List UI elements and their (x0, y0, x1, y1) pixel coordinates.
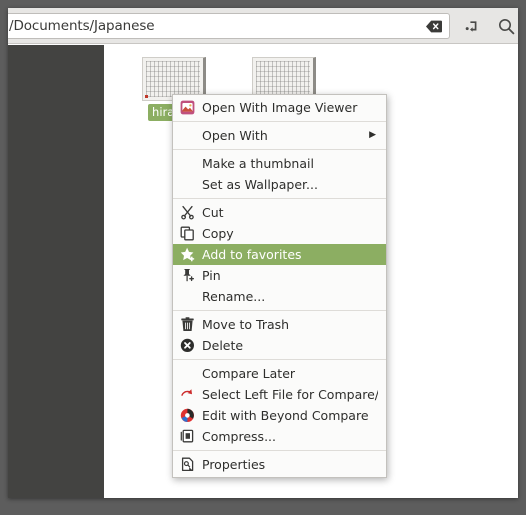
menu-separator (173, 121, 386, 122)
menu-item-delete[interactable]: Delete (173, 335, 386, 356)
scissors-icon (179, 204, 196, 221)
copy-icon (179, 225, 196, 242)
backspace-clear-icon[interactable] (421, 13, 447, 39)
menu-item-label: Compress... (202, 429, 276, 444)
menu-item-move-to-trash[interactable]: Move to Trash (173, 314, 386, 335)
image-viewer-icon (179, 99, 196, 116)
pin-plus-icon (179, 267, 196, 284)
menu-item-label: Open With (202, 128, 268, 143)
menu-item-copy[interactable]: Copy (173, 223, 386, 244)
no-icon (179, 365, 196, 382)
menu-item-rename[interactable]: Rename... (173, 286, 386, 307)
no-icon (179, 176, 196, 193)
menu-item-compress[interactable]: Compress... (173, 426, 386, 447)
menu-item-add-to-favorites[interactable]: Add to favorites (173, 244, 386, 265)
menu-item-cut[interactable]: Cut (173, 202, 386, 223)
trash-icon (179, 316, 196, 333)
menu-item-compare-later[interactable]: Compare Later (173, 363, 386, 384)
menu-item-open-with[interactable]: Open With ▶ (173, 125, 386, 146)
menu-item-label: Open With Image Viewer (202, 100, 358, 115)
toolbar: /Documents/Japanese (8, 8, 518, 44)
menu-item-open-with-image-viewer[interactable]: Open With Image Viewer (173, 97, 386, 118)
star-plus-icon (179, 246, 196, 263)
submenu-arrow-icon: ▶ (369, 130, 376, 140)
menu-separator (173, 310, 386, 311)
thumbnail-grid-pattern (256, 61, 310, 97)
sidebar-places-panel[interactable] (8, 45, 104, 498)
menu-item-label: Set as Wallpaper... (202, 177, 318, 192)
menu-item-label: Make a thumbnail (202, 156, 314, 171)
menu-item-select-left-file-for-compare-merge[interactable]: Select Left File for Compare/Merge (173, 384, 386, 405)
menu-item-label: Properties (202, 457, 266, 472)
properties-icon (179, 456, 196, 473)
menu-item-label: Edit with Beyond Compare (202, 408, 369, 423)
menu-item-label: Pin (202, 268, 221, 283)
menu-separator (173, 149, 386, 150)
no-icon (179, 155, 196, 172)
file-manager-window: /Documents/Japanese Open With Image View… (8, 8, 518, 498)
menu-item-label: Select Left File for Compare/Merge (202, 387, 378, 402)
menu-item-make-a-thumbnail[interactable]: Make a thumbnail (173, 153, 386, 174)
menu-item-properties[interactable]: Properties (173, 454, 386, 475)
no-icon (179, 288, 196, 305)
menu-item-label: Compare Later (202, 366, 296, 381)
menu-item-label: Rename... (202, 289, 266, 304)
path-input-box[interactable]: /Documents/Japanese (8, 13, 450, 39)
menu-item-set-as-wallpaper[interactable]: Set as Wallpaper... (173, 174, 386, 195)
desktop-background: /Documents/Japanese Open With Image View… (0, 0, 526, 515)
context-menu[interactable]: Open With Image Viewer Open With ▶ Make a t… (172, 94, 387, 478)
search-icon[interactable] (492, 13, 518, 39)
menu-item-label: Cut (202, 205, 224, 220)
red-arrow-icon (179, 386, 196, 403)
menu-separator (173, 198, 386, 199)
menu-item-label: Delete (202, 338, 244, 353)
open-terminal-icon[interactable] (458, 13, 486, 39)
menu-separator (173, 450, 386, 451)
menu-item-label: Add to favorites (202, 247, 302, 262)
path-input[interactable]: /Documents/Japanese (8, 18, 421, 34)
menu-item-edit-with-beyond-compare[interactable]: Edit with Beyond Compare (173, 405, 386, 426)
menu-item-pin[interactable]: Pin (173, 265, 386, 286)
beyond-compare-icon (179, 407, 196, 424)
menu-separator (173, 359, 386, 360)
thumbnail-grid-pattern (146, 61, 200, 97)
menu-item-label: Copy (202, 226, 234, 241)
menu-item-label: Move to Trash (202, 317, 290, 332)
compress-icon (179, 428, 196, 445)
delete-circle-icon (179, 337, 196, 354)
no-icon (179, 127, 196, 144)
thumbnail-red-mark (145, 95, 148, 98)
